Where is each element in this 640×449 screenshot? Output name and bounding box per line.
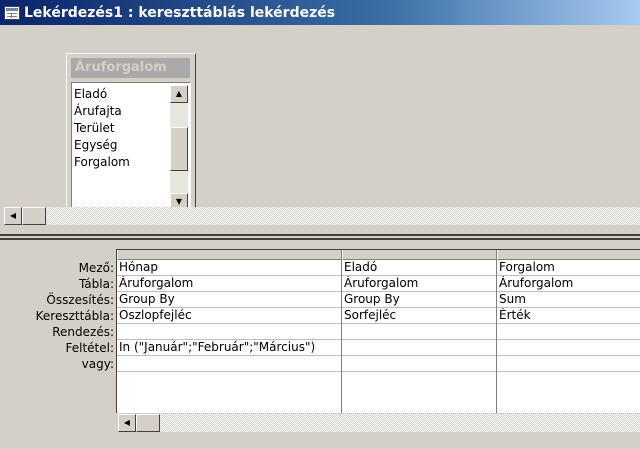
grid-cell[interactable]: Group By <box>117 292 341 308</box>
grid-cell[interactable]: Sorfejléc <box>342 308 496 324</box>
field-list-item[interactable]: Egység <box>74 137 130 154</box>
design-grid[interactable]: Hónap Áruforgalom Group By Oszlopfejléc … <box>116 249 640 413</box>
grid-cell[interactable] <box>497 356 640 372</box>
grid-cell[interactable]: Group By <box>342 292 496 308</box>
grid-cell[interactable] <box>497 324 640 340</box>
grid-column[interactable]: Forgalom Áruforgalom Sum Érték <box>497 250 640 413</box>
column-selector[interactable] <box>497 250 640 260</box>
scroll-thumb[interactable] <box>22 207 46 225</box>
design-grid-pane: Mező: Tábla: Összesítés: Kereszttábla: R… <box>0 241 640 449</box>
field-list-item[interactable]: Forgalom <box>74 154 130 171</box>
row-labels: Mező: Tábla: Összesítés: Kereszttábla: R… <box>0 260 114 372</box>
grid-column[interactable]: Hónap Áruforgalom Group By Oszlopfejléc … <box>117 250 342 413</box>
scroll-thumb[interactable] <box>136 414 160 432</box>
table-pane: Áruforgalom Eladó Árufajta Terület Egysé… <box>0 25 640 230</box>
pane-splitter[interactable] <box>0 234 640 240</box>
row-label-total: Összesítés: <box>46 293 114 307</box>
column-selector[interactable] <box>117 250 341 260</box>
arrow-up-icon[interactable]: ▲ <box>170 85 188 103</box>
grid-hscrollbar[interactable]: ◀ <box>118 414 640 432</box>
field-list-item[interactable]: Terület <box>74 120 130 137</box>
grid-cell[interactable]: Érték <box>497 308 640 324</box>
field-list-box[interactable]: Eladó Árufajta Terület Egység Forgalom ▲… <box>71 82 191 213</box>
field-list-scrollbar[interactable]: ▲ ▼ <box>170 85 188 211</box>
window-title: Lekérdezés1 : kereszttáblás lekérdezés <box>24 4 336 21</box>
grid-cell[interactable]: Forgalom <box>497 260 640 276</box>
grid-cell[interactable]: Áruforgalom <box>342 276 496 292</box>
row-label-criteria: Feltétel: <box>65 341 114 355</box>
grid-cell[interactable]: Áruforgalom <box>117 276 341 292</box>
grid-cell[interactable] <box>497 340 640 356</box>
grid-cell[interactable] <box>342 340 496 356</box>
grid-cell[interactable]: In ("Január";"Február";"Március") <box>117 340 341 356</box>
field-list-title[interactable]: Áruforgalom <box>71 58 190 78</box>
field-list-item[interactable]: Eladó <box>74 86 130 103</box>
row-label-table: Tábla: <box>78 277 114 291</box>
scroll-thumb[interactable] <box>170 127 188 171</box>
grid-cell[interactable] <box>117 324 341 340</box>
field-list-window[interactable]: Áruforgalom Eladó Árufajta Terület Egysé… <box>66 53 196 219</box>
grid-cell[interactable]: Hónap <box>117 260 341 276</box>
grid-cell[interactable]: Eladó <box>342 260 496 276</box>
row-label-or: vagy: <box>81 357 114 371</box>
arrow-left-icon[interactable]: ◀ <box>4 207 22 225</box>
grid-cell[interactable]: Oszlopfejléc <box>117 308 341 324</box>
grid-cell[interactable]: Áruforgalom <box>497 276 640 292</box>
title-bar[interactable]: Lekérdezés1 : kereszttáblás lekérdezés <box>0 0 640 25</box>
column-selector[interactable] <box>342 250 496 260</box>
row-label-sort: Rendezés: <box>52 325 114 339</box>
query-window-icon[interactable] <box>4 5 20 20</box>
row-label-field: Mező: <box>78 261 114 275</box>
arrow-left-icon[interactable]: ◀ <box>118 414 136 432</box>
field-list-item[interactable]: Árufajta <box>74 103 130 120</box>
grid-cell[interactable] <box>342 356 496 372</box>
table-pane-hscrollbar[interactable]: ◀ <box>4 207 640 225</box>
grid-column[interactable]: Eladó Áruforgalom Group By Sorfejléc <box>342 250 497 413</box>
row-label-crosstab: Kereszttábla: <box>35 309 114 323</box>
grid-cell[interactable]: Sum <box>497 292 640 308</box>
grid-cell[interactable] <box>342 324 496 340</box>
grid-cell[interactable] <box>117 356 341 372</box>
